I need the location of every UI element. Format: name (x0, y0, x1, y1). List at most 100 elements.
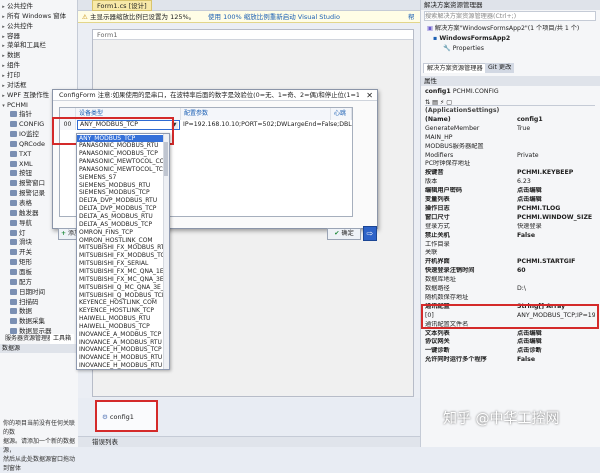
property-row[interactable]: (ApplicationSettings) (425, 107, 595, 116)
property-row[interactable]: (Name) config1 (425, 116, 595, 125)
property-row[interactable]: 文本列表 点击编辑 (425, 330, 595, 339)
add-button[interactable]: + 添加 (58, 228, 78, 240)
chevron-icon[interactable]: ▸ (0, 41, 7, 50)
property-row[interactable]: 数据路径 D:\ (425, 285, 595, 294)
property-value[interactable]: 60 (517, 267, 595, 276)
dropdown-option[interactable]: INOVANCE_H_MODBUS_TCP (77, 346, 163, 354)
dropdown-option[interactable]: MITSUBISHI_FX_MODBUS_TCP (77, 252, 163, 260)
chevron-icon[interactable]: ▸ (0, 61, 7, 70)
dropdown-option[interactable]: OMRON_HOSTLINK_COM (77, 237, 163, 245)
dropdown-option[interactable]: KEYENCE_HOSTLINK_COM (77, 299, 163, 307)
sort-icon[interactable]: ⇅ ▤ ⚡ ▢ (425, 99, 452, 105)
toolbox-item[interactable]: 扫描码 (0, 297, 78, 307)
chevron-icon[interactable]: ▸ (0, 91, 7, 100)
tab-error-list[interactable]: 错误列表 (92, 437, 118, 448)
dropdown-option[interactable]: DELTA_DVP_MODBUS_RTU (77, 197, 163, 205)
dropdown-option[interactable]: INOVANCE_H_MODBUS_RTU (77, 354, 163, 362)
toolbox-item[interactable]: 矩形 (0, 257, 78, 267)
property-value[interactable]: 点击编辑 (517, 187, 595, 196)
help-link[interactable]: 帮 (408, 11, 415, 23)
dropdown-option[interactable]: DELTA_AS_MODBUS_RTU (77, 213, 163, 221)
property-row[interactable]: 随机数保存地址 (425, 294, 595, 303)
dropdown-option[interactable]: PANASONIC_MEWTOCOL_TCP (77, 166, 163, 174)
dropdown-option[interactable]: PANASONIC_MODBUS_RTU (77, 142, 163, 150)
dropdown-option[interactable]: HAIWELL_MODBUS_TCP (77, 323, 163, 331)
tab-form1-designer[interactable]: Form1.cs [设计] (92, 0, 152, 11)
dropdown-scroll-thumb[interactable] (164, 142, 168, 176)
dropdown-option[interactable]: MITSUBISHI_Q_MC_QNA_3E_T (77, 284, 163, 292)
property-row[interactable]: MAIN_HP (425, 134, 595, 143)
chevron-icon[interactable]: ▸ (0, 22, 7, 31)
param-cell[interactable]: IP=192.168.10.10;PORT=502;DWLargeEnd=Fal… (181, 120, 352, 130)
property-row[interactable]: Modifiers Private (425, 152, 595, 161)
property-value[interactable]: D:\ (517, 285, 595, 294)
property-value[interactable]: PCHMI.WINDOW_SIZE (517, 214, 595, 223)
property-row[interactable]: 数据库地址 (425, 276, 595, 285)
dropdown-option[interactable]: INOVANCE_H_MODBUS_RTU (77, 362, 163, 369)
grid-header-comm[interactable]: 心跳 (331, 108, 352, 120)
chevron-icon[interactable]: ▸ (0, 71, 7, 80)
dropdown-option[interactable]: SIEMENS_MODBUS_TCP (77, 189, 163, 197)
property-value[interactable]: 点击编辑 (517, 196, 595, 205)
dropdown-option[interactable]: SIEMENS_MODBUS_RTU (77, 182, 163, 190)
tab-git-changes[interactable]: Git 更改 (485, 63, 515, 73)
property-value[interactable]: config1 (517, 116, 595, 125)
toolbox-item[interactable]: 配方 (0, 277, 78, 287)
dropdown-option[interactable]: ANY_MODBUS_TCP (77, 134, 163, 143)
tab-solution-explorer[interactable]: 解决方案资源管理器 (423, 63, 487, 73)
property-value[interactable]: False (517, 356, 595, 365)
dropdown-option[interactable]: INOVANCE_A_MODBUS_RTU (77, 339, 163, 347)
dropdown-option[interactable]: INOVANCE_A_MODBUS_TCP (77, 331, 163, 339)
solution-search-input[interactable]: 搜索解决方案资源管理器(Ctrl+;) (424, 11, 596, 21)
dropdown-option[interactable]: MITSUBISHI_FX_MC_QNA_1E_T (77, 268, 163, 276)
property-value[interactable]: PCHMI.STARTGIF (517, 258, 595, 267)
property-row[interactable]: 允许同时运行多个程序 False (425, 356, 595, 365)
property-row[interactable]: 版本 6.23 (425, 178, 595, 187)
property-row[interactable]: 禁止关机 False (425, 232, 595, 241)
dropdown-option[interactable]: MITSUBISHI_FX_SERIAL (77, 260, 163, 268)
project-node[interactable]: ▪ WindowsFormsApp2 (433, 34, 593, 44)
toolbox-item[interactable]: 开关 (0, 247, 78, 257)
toolbox-item[interactable]: ▸ 容器 (0, 31, 78, 41)
toolbox-item[interactable]: 日期时间 (0, 287, 78, 297)
grid-header-param[interactable]: 配置参数 (181, 108, 331, 120)
property-row[interactable]: MODBUS服务器配置 (425, 143, 595, 152)
property-row[interactable]: 操作日志 PCHMI.TLOG (425, 205, 595, 214)
property-row[interactable]: 一键诊断 点击诊断 (425, 347, 595, 356)
toolbox-item[interactable]: ▸ 组件 (0, 60, 78, 70)
chevron-icon[interactable]: ▸ (0, 81, 7, 90)
toolbox-item[interactable]: ▸ 打印 (0, 70, 78, 80)
properties-object-selector[interactable]: config1 PCHMI.CONFIG (425, 87, 595, 97)
property-value[interactable]: 快速登录 (517, 223, 595, 232)
property-row[interactable]: 开机界面 PCHMI.STARTGIF (425, 258, 595, 267)
dropdown-option[interactable]: MITSUBISHI_FX_MC_QNA_3E_T (77, 276, 163, 284)
property-value[interactable]: 点击编辑 (517, 338, 595, 347)
property-row[interactable]: 变量列表 点击编辑 (425, 196, 595, 205)
toolbox-item[interactable]: 数据采集 (0, 316, 78, 326)
dropdown-option[interactable]: SIEMENS_S7 (77, 174, 163, 182)
property-value[interactable]: True (517, 125, 595, 134)
property-value[interactable]: 点击诊断 (517, 347, 595, 356)
property-row[interactable]: PC时钟保存地址 (425, 160, 595, 169)
property-row[interactable]: 编辑用户密码 点击编辑 (425, 187, 595, 196)
property-value[interactable]: False (517, 232, 595, 241)
property-row[interactable]: 登录方式 快速登录 (425, 223, 595, 232)
toolbox-item[interactable]: ▸ 所有 Windows 窗体 (0, 11, 78, 21)
dropdown-option[interactable]: DELTA_DVP_MODBUS_TCP (77, 205, 163, 213)
config1-component[interactable]: ⚙ config1 (102, 411, 152, 423)
property-row[interactable]: 工作目录 (425, 241, 595, 250)
ok-button[interactable]: ✔ 确定 (327, 228, 361, 240)
chevron-icon[interactable]: ▸ (0, 51, 7, 60)
property-row[interactable]: 协议网关 点击编辑 (425, 338, 595, 347)
close-icon[interactable]: ✕ (366, 90, 373, 101)
property-value[interactable]: PCHMI.KEYBEEP (517, 169, 595, 178)
dropdown-option[interactable]: PANASONIC_MEWTOCOL_COM (77, 158, 163, 166)
property-value[interactable]: PCHMI.TLOG (517, 205, 595, 214)
tab-toolbox[interactable]: 工具箱 (50, 334, 75, 344)
toolbox-item[interactable]: 面板 (0, 267, 78, 277)
property-row[interactable]: 快速登录注销时间 60 (425, 267, 595, 276)
solution-root-node[interactable]: ▣ 解决方案"WindowsFormsApp2"(1 个项目/共 1 个) (427, 24, 599, 34)
dropdown-option[interactable]: MITSUBISHI_FX_MODBUS_RTU (77, 244, 163, 252)
dropdown-option[interactable]: KEYENCE_HOSTLINK_TCP (77, 307, 163, 315)
toolbox-item[interactable]: ▸ 数据 (0, 50, 78, 60)
